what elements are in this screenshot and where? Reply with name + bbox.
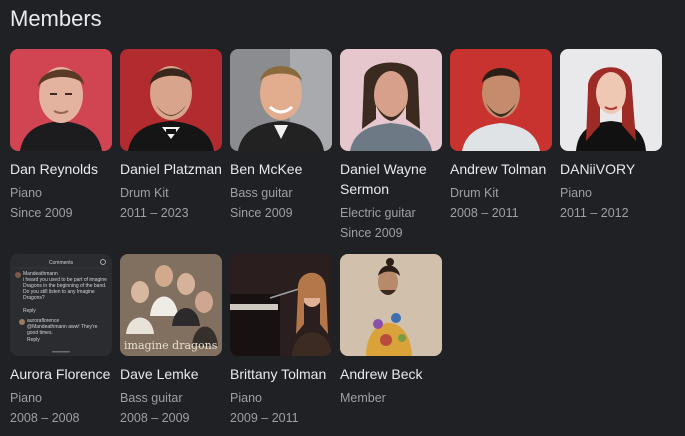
- member-card-andrew-beck[interactable]: Andrew Beck Member: [340, 254, 442, 408]
- member-years: Since 2009: [230, 206, 293, 220]
- member-name[interactable]: Aurora Florence: [10, 364, 112, 384]
- member-years: 2011 – 2012: [560, 206, 629, 220]
- section-title: Members: [10, 6, 102, 31]
- member-years: 2008 – 2009: [120, 411, 190, 425]
- member-role: Piano: [560, 186, 592, 200]
- member-role: Piano: [230, 391, 262, 405]
- member-card-dave-lemke[interactable]: imagine dragons Dave Lemke Bass guitar 2…: [120, 254, 222, 428]
- member-card-ben-mckee[interactable]: Ben McKee Bass guitar Since 2009: [230, 49, 332, 223]
- member-name[interactable]: Andrew Beck: [340, 364, 442, 384]
- member-role: Electric guitar: [340, 206, 416, 220]
- photo-comment-line: Dragons?: [23, 295, 45, 301]
- member-years: 2008 – 2008: [10, 411, 80, 425]
- photo-comments-header: Comments: [49, 260, 74, 266]
- member-photo[interactable]: imagine dragons: [120, 254, 222, 356]
- member-role: Member: [340, 391, 386, 405]
- member-card-andrew-tolman[interactable]: Andrew Tolman Drum Kit 2008 – 2011: [450, 49, 552, 223]
- member-role: Drum Kit: [450, 186, 499, 200]
- member-years: 2011 – 2023: [120, 206, 189, 220]
- member-photo[interactable]: [120, 49, 222, 151]
- member-name[interactable]: Dave Lemke: [120, 364, 222, 384]
- member-card-brittany-tolman[interactable]: Brittany Tolman Piano 2009 – 2011: [230, 254, 332, 428]
- member-photo[interactable]: [10, 49, 112, 151]
- member-name[interactable]: Daniel Platzman: [120, 159, 222, 179]
- member-card-aurora-florence[interactable]: Comments Mandeathmann i heard you used t…: [10, 254, 112, 428]
- member-name[interactable]: Brittany Tolman: [230, 364, 332, 384]
- member-card-dan-reynolds[interactable]: Dan Reynolds Piano Since 2009: [10, 49, 112, 223]
- photo-comment-reply: Reply: [23, 308, 36, 314]
- member-photo[interactable]: [230, 254, 332, 356]
- member-years: Since 2009: [10, 206, 73, 220]
- member-role: Bass guitar: [230, 186, 293, 200]
- member-role: Bass guitar: [120, 391, 183, 405]
- member-card-daniel-wayne-sermon[interactable]: Daniel Wayne Sermon Electric guitar Sinc…: [340, 49, 442, 243]
- member-photo[interactable]: Comments Mandeathmann i heard you used t…: [10, 254, 112, 356]
- member-photo[interactable]: [560, 49, 662, 151]
- member-name[interactable]: Andrew Tolman: [450, 159, 552, 179]
- member-role: Piano: [10, 391, 42, 405]
- member-years: Since 2009: [340, 226, 403, 240]
- member-name[interactable]: Ben McKee: [230, 159, 332, 179]
- member-role: Drum Kit: [120, 186, 169, 200]
- member-name[interactable]: DANiiVORY: [560, 159, 662, 179]
- member-role: Piano: [10, 186, 42, 200]
- member-photo[interactable]: [340, 49, 442, 151]
- member-card-daniivory[interactable]: DANiiVORY Piano 2011 – 2012: [560, 49, 662, 223]
- member-name[interactable]: Daniel Wayne Sermon: [340, 159, 440, 199]
- photo-comment-line: good times.: [27, 330, 53, 336]
- member-years: 2008 – 2011: [450, 206, 519, 220]
- member-photo[interactable]: [450, 49, 552, 151]
- photo-comment-reply: Reply: [27, 337, 40, 343]
- photo-caption: imagine dragons: [124, 339, 218, 352]
- member-photo[interactable]: [230, 49, 332, 151]
- member-card-daniel-platzman[interactable]: Daniel Platzman Drum Kit 2011 – 2023: [120, 49, 222, 223]
- member-photo[interactable]: [340, 254, 442, 356]
- member-years: 2009 – 2011: [230, 411, 299, 425]
- member-name[interactable]: Dan Reynolds: [10, 159, 112, 179]
